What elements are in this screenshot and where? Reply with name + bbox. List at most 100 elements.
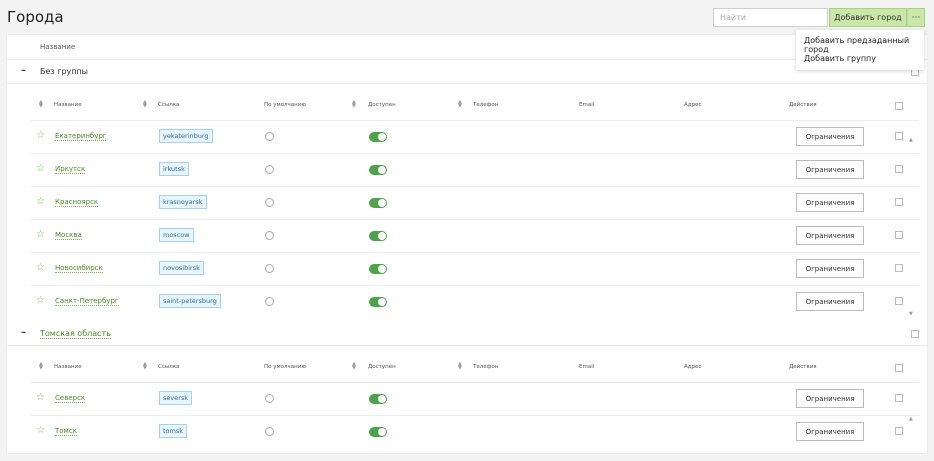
scroll-up-icon[interactable]: ▲ bbox=[909, 137, 913, 143]
col-email-header: Email bbox=[579, 102, 595, 108]
group-checkbox[interactable] bbox=[911, 330, 919, 338]
select-all-checkbox[interactable] bbox=[895, 364, 903, 372]
default-radio[interactable] bbox=[265, 264, 274, 273]
available-toggle[interactable] bbox=[369, 264, 387, 274]
more-actions-button[interactable]: ··· bbox=[907, 8, 925, 27]
available-toggle[interactable] bbox=[369, 165, 387, 175]
search-input[interactable] bbox=[713, 8, 828, 27]
city-slug: saint-petersburg bbox=[159, 294, 221, 308]
default-radio[interactable] bbox=[265, 198, 274, 207]
city-name-link[interactable]: Санкт-Петербург bbox=[55, 297, 119, 306]
col-name-header[interactable]: Название bbox=[54, 102, 82, 108]
limits-button[interactable]: Ограничения bbox=[796, 259, 864, 278]
page-title: Города bbox=[7, 8, 64, 26]
sort-icon[interactable]: ▲ ▼ bbox=[352, 362, 356, 371]
col-slug-header[interactable]: Ссылка bbox=[158, 364, 179, 370]
row-checkbox[interactable] bbox=[895, 427, 903, 435]
group-row: – Томская область bbox=[7, 322, 927, 346]
sort-icon[interactable]: ▲ ▼ bbox=[39, 100, 43, 109]
default-radio[interactable] bbox=[265, 165, 274, 174]
group-collapse-toggle[interactable]: – bbox=[21, 65, 26, 76]
sort-icon[interactable]: ▲ ▼ bbox=[352, 100, 356, 109]
city-name-link[interactable]: Северск bbox=[55, 394, 86, 403]
star-icon[interactable]: ☆ bbox=[36, 130, 45, 141]
row-checkbox[interactable] bbox=[895, 264, 903, 272]
top-header: Название bbox=[7, 35, 927, 60]
col-name-header[interactable]: Название bbox=[54, 364, 82, 370]
col-available-header[interactable]: Доступен bbox=[368, 364, 396, 370]
star-icon[interactable]: ☆ bbox=[36, 229, 45, 240]
star-icon[interactable]: ☆ bbox=[36, 262, 45, 273]
available-toggle[interactable] bbox=[369, 231, 387, 241]
city-slug: seversk bbox=[159, 391, 193, 405]
default-radio[interactable] bbox=[265, 427, 274, 436]
limits-button[interactable]: Ограничения bbox=[796, 226, 864, 245]
group-collapse-toggle[interactable]: – bbox=[21, 327, 26, 338]
col-actions-header: Действия bbox=[789, 102, 817, 108]
menu-item-add-group[interactable]: Добавить группу bbox=[804, 54, 876, 63]
star-icon[interactable]: ☆ bbox=[36, 163, 45, 174]
col-default-header[interactable]: По умолчанию bbox=[264, 102, 306, 108]
available-toggle[interactable] bbox=[369, 427, 387, 437]
star-icon[interactable]: ☆ bbox=[36, 392, 45, 403]
available-toggle[interactable] bbox=[369, 132, 387, 142]
col-phone-header: Телефон bbox=[473, 364, 499, 370]
sort-icon[interactable]: ▲ ▼ bbox=[39, 362, 43, 371]
scroll-down-icon[interactable]: ▼ bbox=[909, 311, 913, 317]
col-default-header[interactable]: По умолчанию bbox=[264, 364, 306, 370]
city-name-link[interactable]: Красноярск bbox=[55, 198, 99, 207]
row-checkbox[interactable] bbox=[895, 165, 903, 173]
scroll-up-icon[interactable]: ▲ bbox=[909, 416, 913, 422]
row-checkbox[interactable] bbox=[895, 231, 903, 239]
col-slug-header[interactable]: Ссылка bbox=[158, 102, 179, 108]
row-checkbox[interactable] bbox=[895, 198, 903, 206]
col-address-header: Адрес bbox=[684, 364, 702, 370]
top-header-name-label: Название bbox=[40, 43, 76, 51]
default-radio[interactable] bbox=[265, 231, 274, 240]
star-icon[interactable]: ☆ bbox=[36, 425, 45, 436]
row-checkbox[interactable] bbox=[895, 297, 903, 305]
sort-icon[interactable]: ▲ ▼ bbox=[143, 100, 147, 109]
city-slug: moscow bbox=[159, 228, 194, 242]
limits-button[interactable]: Ограничения bbox=[796, 389, 864, 408]
sort-icon[interactable]: ▲ ▼ bbox=[458, 362, 462, 371]
star-icon[interactable]: ☆ bbox=[36, 295, 45, 306]
limits-button[interactable]: Ограничения bbox=[796, 193, 864, 212]
col-available-header[interactable]: Доступен bbox=[368, 102, 396, 108]
sort-icon[interactable]: ▲ ▼ bbox=[458, 100, 462, 109]
add-city-button[interactable]: Добавить город bbox=[829, 8, 907, 27]
add-city-dropdown: Добавить предзаданный город Добавить гру… bbox=[796, 30, 924, 70]
limits-button[interactable]: Ограничения bbox=[796, 292, 864, 311]
city-slug: irkutsk bbox=[159, 162, 189, 176]
limits-button[interactable]: Ограничения bbox=[796, 160, 864, 179]
col-address-header: Адрес bbox=[684, 102, 702, 108]
default-radio[interactable] bbox=[265, 394, 274, 403]
limits-button[interactable]: Ограничения bbox=[796, 422, 864, 441]
default-radio[interactable] bbox=[265, 132, 274, 141]
default-radio[interactable] bbox=[265, 297, 274, 306]
city-name-link[interactable]: Иркутск bbox=[55, 165, 86, 174]
sort-icon[interactable]: ▲ ▼ bbox=[143, 362, 147, 371]
group-name[interactable]: Томская область bbox=[40, 329, 111, 339]
city-name-link[interactable]: Екатеринбург bbox=[55, 132, 107, 141]
col-phone-header: Телефон bbox=[473, 102, 499, 108]
limits-button[interactable]: Ограничения bbox=[796, 127, 864, 146]
row-checkbox[interactable] bbox=[895, 394, 903, 402]
city-name-link[interactable]: Москва bbox=[55, 231, 82, 240]
city-slug: krasnoyarsk bbox=[159, 195, 207, 209]
row-checkbox[interactable] bbox=[895, 132, 903, 140]
city-name-link[interactable]: Томск bbox=[55, 427, 77, 436]
group-name: Без группы bbox=[40, 67, 88, 76]
select-all-checkbox[interactable] bbox=[895, 102, 903, 110]
star-icon[interactable]: ☆ bbox=[36, 196, 45, 207]
menu-item-add-predefined-city[interactable]: Добавить предзаданный город bbox=[804, 36, 924, 54]
city-slug: yekaterinburg bbox=[159, 129, 213, 143]
city-name-link[interactable]: Новосибирск bbox=[55, 264, 103, 273]
table-row: ☆ Санкт-Петербург saint-petersburg Огран… bbox=[31, 286, 919, 319]
available-toggle[interactable] bbox=[369, 297, 387, 307]
table-row: ☆ Москва moscow Ограничения bbox=[31, 220, 919, 253]
table-row: ☆ Новосибирск novosibirsk Ограничения bbox=[31, 253, 919, 286]
available-toggle[interactable] bbox=[369, 394, 387, 404]
table-row: ☆ Иркутск irkutsk Ограничения bbox=[31, 154, 919, 187]
available-toggle[interactable] bbox=[369, 198, 387, 208]
